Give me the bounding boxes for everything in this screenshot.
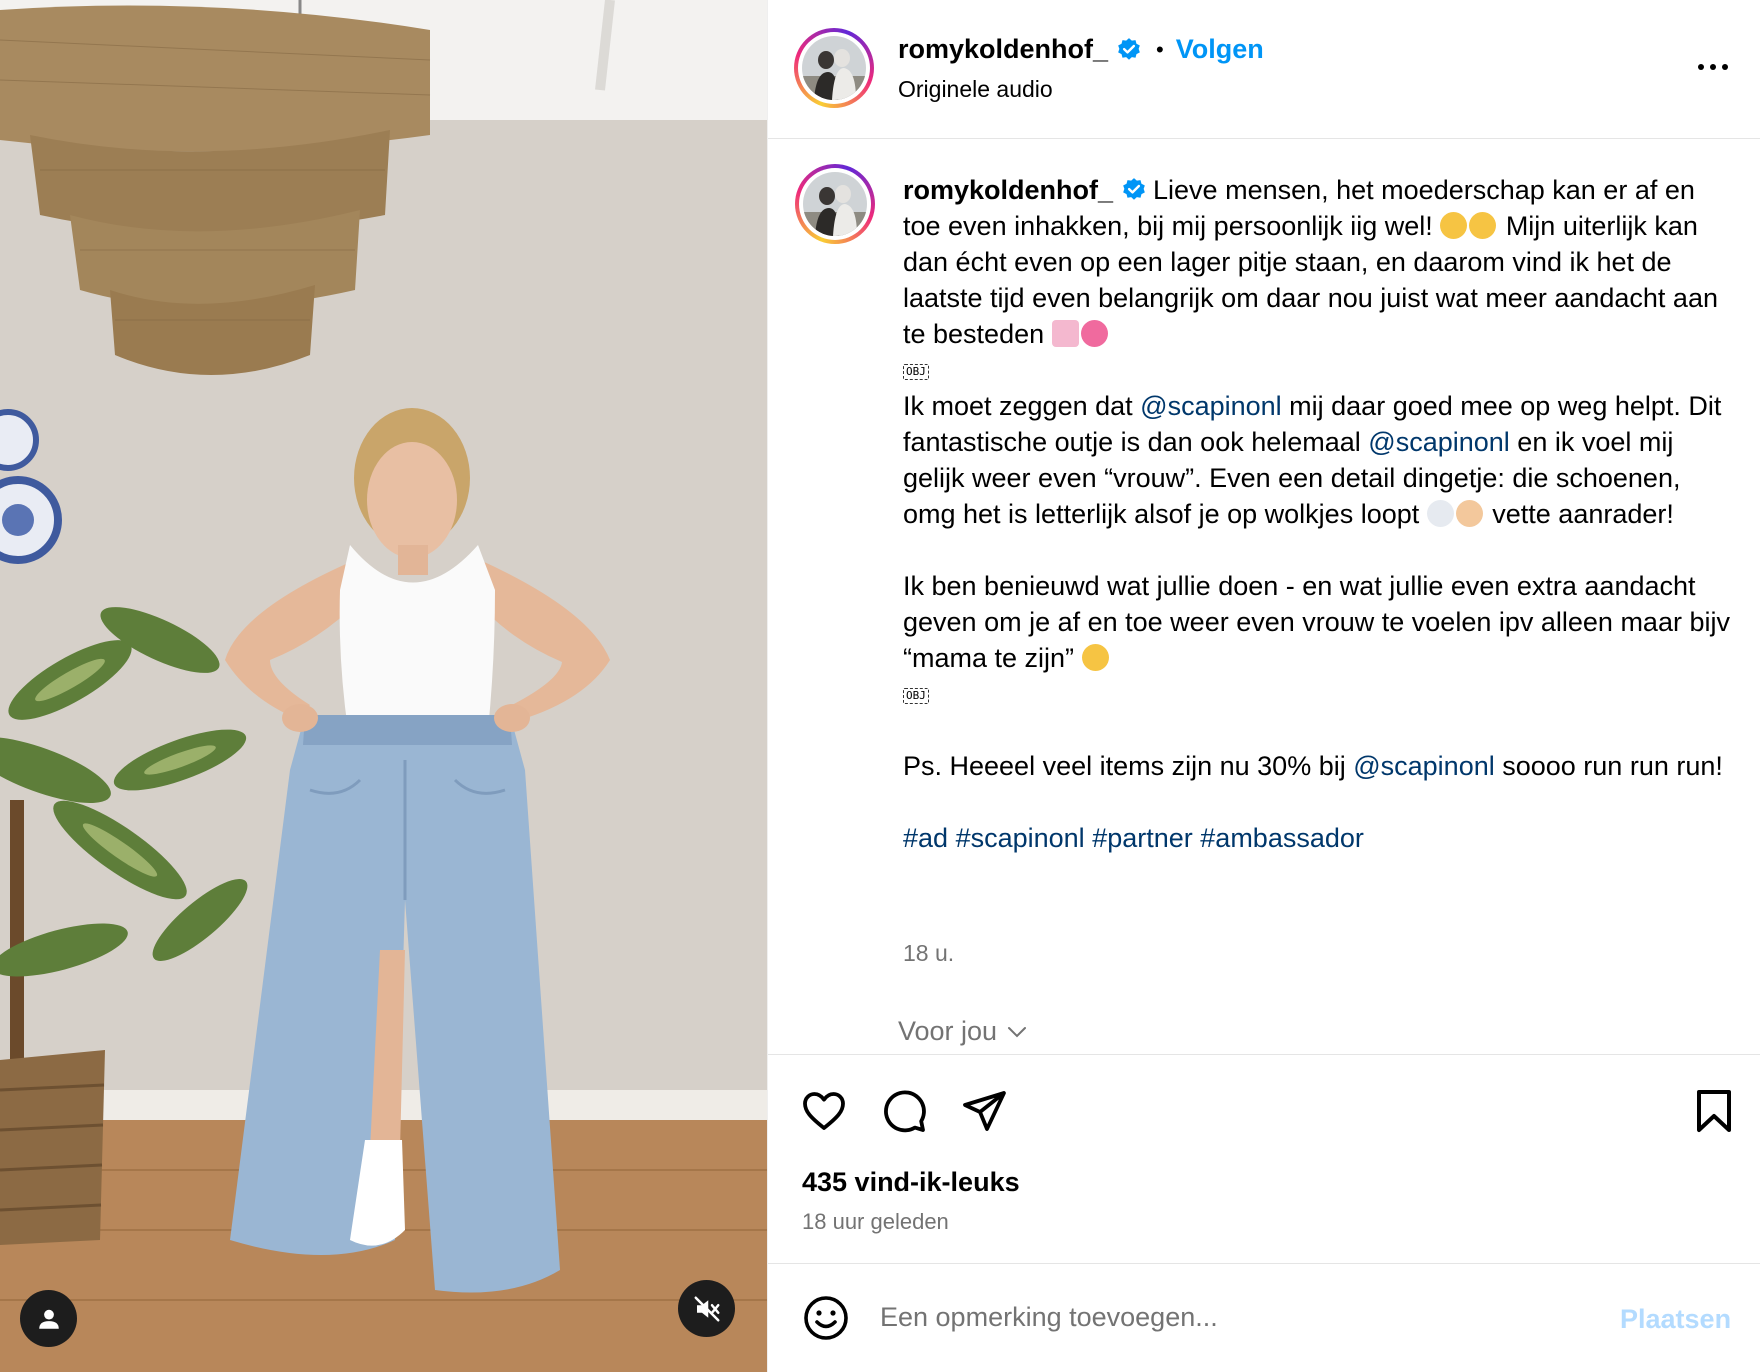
caption-paragraph-2a: Ik moet zeggen dat [903, 391, 1141, 421]
comment-input[interactable] [880, 1292, 1580, 1342]
tagged-users-button[interactable] [20, 1290, 77, 1347]
mention-scapinonl[interactable]: @scapinonl [1368, 427, 1510, 457]
like-count[interactable]: 435 vind-ik-leuks [802, 1167, 1020, 1198]
follow-button[interactable]: Volgen [1176, 34, 1264, 65]
bookmark-icon[interactable] [1690, 1087, 1738, 1135]
caption-paragraph-2d: vette aanrader! [1484, 499, 1674, 529]
two-hearts-emoji-icon [1080, 320, 1108, 347]
caption-paragraph-4b: soooo run run run! [1494, 751, 1723, 781]
share-icon[interactable] [960, 1087, 1008, 1135]
hashtag[interactable]: #ad [903, 823, 948, 853]
mention-scapinonl[interactable]: @scapinonl [1140, 391, 1282, 421]
grinning-sweat-emoji-icon [1440, 212, 1468, 239]
caption-paragraph-4a: Ps. Heeeel veel items zijn nu 30% bij [903, 751, 1354, 781]
shirt-emoji-icon [1051, 320, 1079, 347]
cloud-emoji-icon [1426, 500, 1454, 527]
voor-jou-label: Voor jou [898, 1016, 998, 1046]
post-actions: 435 vind-ik-leuks 18 uur geleden [768, 1054, 1760, 1263]
chevron-down-icon [1008, 1026, 1027, 1037]
post-video[interactable] [0, 0, 767, 1372]
caption-section: romykoldenhof_ Lieve mensen, het moeders… [768, 140, 1760, 1054]
caption-text: romykoldenhof_ Lieve mensen, het moeders… [903, 172, 1738, 856]
post-header: romykoldenhof_ • Volgen Originele audio [768, 0, 1760, 139]
avatar-photo [802, 36, 866, 100]
folded-hands-emoji-icon [1455, 500, 1483, 527]
mention-scapinonl[interactable]: @scapinonl [1353, 751, 1495, 781]
verified-badge-icon [1123, 178, 1145, 200]
hashtag-list: #ad #scapinonl #partner #ambassador [903, 820, 1738, 856]
audio-label[interactable]: Originele audio [898, 76, 1053, 103]
caption-paragraph-3: Ik ben benieuwd wat jullie doen - en wat… [903, 571, 1730, 673]
caption-timestamp[interactable]: 18 u. [903, 940, 954, 967]
hashtag[interactable]: #scapinonl [956, 823, 1085, 853]
post-details-panel: romykoldenhof_ • Volgen Originele audio [767, 0, 1760, 1372]
verified-badge-icon [1118, 37, 1140, 60]
comment-icon[interactable] [880, 1087, 928, 1135]
hashtag[interactable]: #partner [1092, 823, 1193, 853]
emoji-picker-icon[interactable] [802, 1294, 850, 1342]
separator-dot: • [1156, 36, 1164, 62]
smiling-hearts-emoji-icon [1081, 644, 1109, 671]
more-options-icon[interactable] [1688, 52, 1738, 82]
hashtag[interactable]: #ambassador [1200, 823, 1364, 853]
muted-speaker-icon [694, 1296, 719, 1321]
video-frame [0, 0, 767, 1372]
post-comment-button[interactable]: Plaatsen [1620, 1304, 1731, 1335]
avatar[interactable] [794, 28, 874, 108]
comment-bar: Plaatsen [768, 1263, 1760, 1372]
author-username[interactable]: romykoldenhof_ [898, 34, 1108, 65]
smiling-emoji-icon [1469, 212, 1497, 239]
caption-avatar[interactable] [795, 164, 875, 244]
post-timestamp[interactable]: 18 uur geleden [802, 1209, 949, 1235]
heart-icon[interactable] [800, 1087, 848, 1135]
caption-username[interactable]: romykoldenhof_ [903, 175, 1113, 205]
avatar-photo [803, 172, 867, 236]
user-tag-icon [38, 1309, 59, 1329]
object-placeholder-icon: OBJ [903, 687, 929, 704]
voor-jou-dropdown[interactable]: Voor jou [898, 1016, 1029, 1047]
mute-toggle-button[interactable] [678, 1280, 735, 1337]
object-placeholder-icon: OBJ [903, 363, 929, 380]
